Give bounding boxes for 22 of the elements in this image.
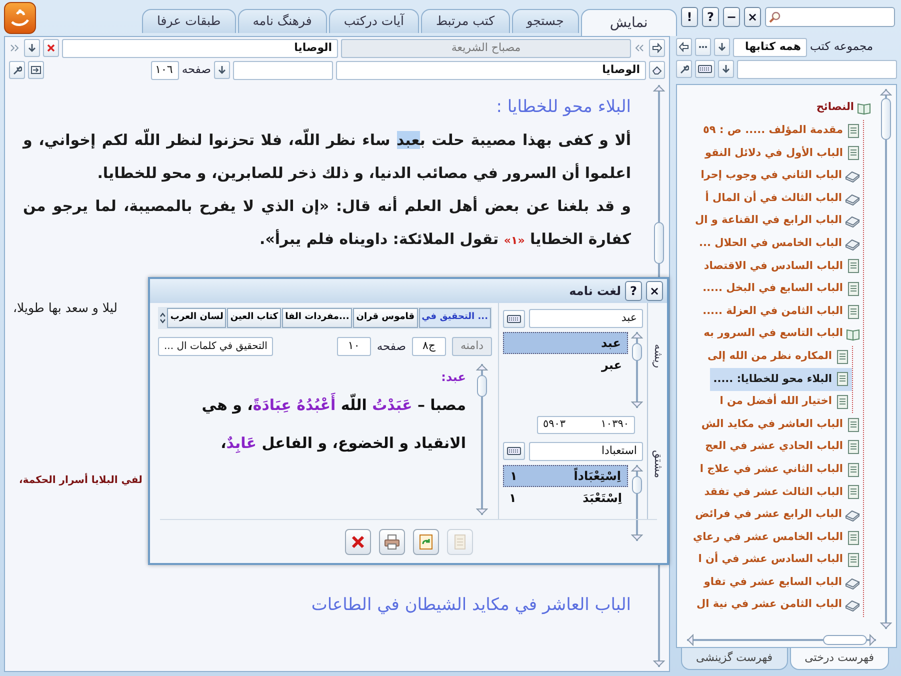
text-line: لفي البلايا أسرار الحكمة،: [19, 472, 142, 488]
source-field: التحقيق في كلمات ال ...: [158, 337, 274, 356]
count-text: ١: [509, 490, 516, 507]
section-heading: الباب العاشر في مكايد الشيطان في الطاعات: [310, 594, 631, 617]
scope-field: دامنه: [452, 337, 492, 356]
collection-label: مجموعه کتب: [810, 38, 874, 56]
word-text: عبد: [600, 335, 621, 352]
count-text: ١: [510, 468, 518, 485]
page-label: صفحه: [182, 61, 211, 78]
body-paragraph: و قد بلغنا عن بعض أهل العلم أنه قال: «إن الذي لا يفرح بالمصيبة، لما يرجو من كفارة الخطايا «١» تقول الملائكة: داويناه فلم يبرأ».: [23, 195, 631, 250]
word-text: اِسْتِعْبَاداً: [574, 466, 621, 485]
word-text: اِسْتَعْبَدَ: [582, 490, 622, 507]
section-heading: البلاء محو للخطايا :: [495, 96, 631, 119]
page-label: صفحه: [376, 338, 406, 355]
word-text: عبر: [601, 357, 622, 374]
entry-text: مصبا – عَبَدْتُ اللّه أَعْبُدُهُ عِبَادَةً، و هي الانقياد و الخضوع، و الفاعل عَابِدٌ،: [162, 386, 466, 462]
dialog-title: لغت نامه: [569, 283, 621, 300]
text-line: ليلا و سعد بها طويلا،: [13, 299, 118, 317]
body-paragraph: ألا و كفى بهذا مصيبة حلت بعبد ساء نظر اللّه، فلا تحزنوا لنظر اللّه لكم إخواني، و اعلموا أن السرور في مصائب الدنيا، و ذلك ذخر للصابرين، و محو للخطايا.: [23, 124, 631, 190]
entry-headword: عبد:: [440, 369, 466, 386]
count-text: ٥٩٠٣: [543, 417, 566, 432]
count-text: ١٠٣٩٠: [600, 417, 629, 432]
